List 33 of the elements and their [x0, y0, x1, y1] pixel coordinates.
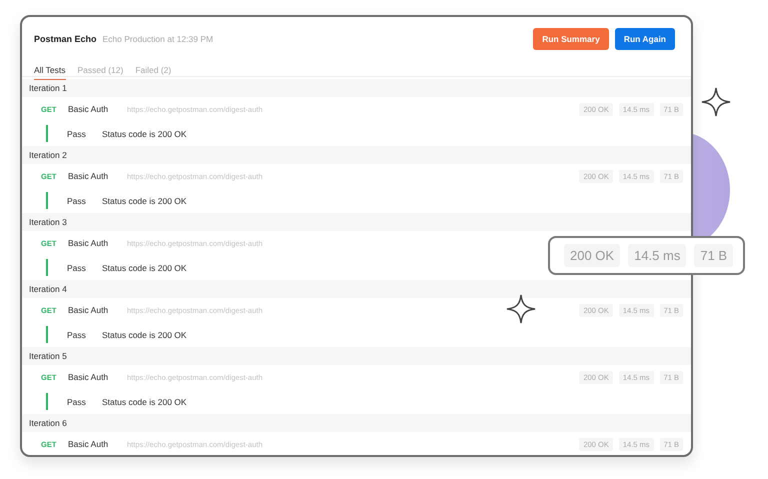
iteration-header: Iteration 3: [22, 213, 691, 231]
iteration-header: Iteration 2: [22, 146, 691, 164]
test-message: Status code is 200 OK: [102, 128, 187, 138]
run-summary-button[interactable]: Run Summary: [533, 28, 609, 50]
request-name: Basic Auth: [68, 372, 110, 382]
request-name: Basic Auth: [68, 171, 110, 181]
iteration-header: Iteration 5: [22, 347, 691, 365]
test-result: Pass: [67, 330, 87, 340]
request-name: Basic Auth: [68, 238, 110, 248]
iteration-header: Iteration 6: [22, 414, 691, 432]
metric-value: 14.5 ms: [628, 244, 686, 267]
sparkle-icon: [506, 294, 536, 324]
test-message: Status code is 200 OK: [102, 262, 187, 272]
test-result: Pass: [67, 196, 87, 206]
test-message: Status code is 200 OK: [102, 330, 187, 340]
iteration-header: Iteration 1: [22, 79, 691, 97]
iteration-header: Iteration 4: [22, 280, 691, 298]
run-subtitle: Echo Production at 12:39 PM: [102, 34, 214, 44]
filter-tab[interactable]: Failed (2): [135, 65, 172, 79]
collection-title: Postman Echo: [34, 34, 97, 44]
metric-value: 71 B: [694, 244, 734, 267]
test-message: Status code is 200 OK: [102, 196, 187, 206]
test-message: Status code is 200 OK: [102, 396, 187, 406]
request-name: Basic Auth: [68, 305, 110, 315]
test-result: Pass: [67, 262, 87, 272]
request-name: Basic Auth: [68, 439, 110, 449]
filter-tab[interactable]: Passed (12): [78, 65, 124, 79]
run-again-button[interactable]: Run Again: [614, 28, 675, 50]
test-result: Pass: [67, 128, 87, 138]
request-name: Basic Auth: [68, 104, 110, 114]
sparkle-icon: [701, 87, 731, 117]
metric-value: 200 OK: [564, 244, 620, 267]
test-result: Pass: [67, 396, 87, 406]
